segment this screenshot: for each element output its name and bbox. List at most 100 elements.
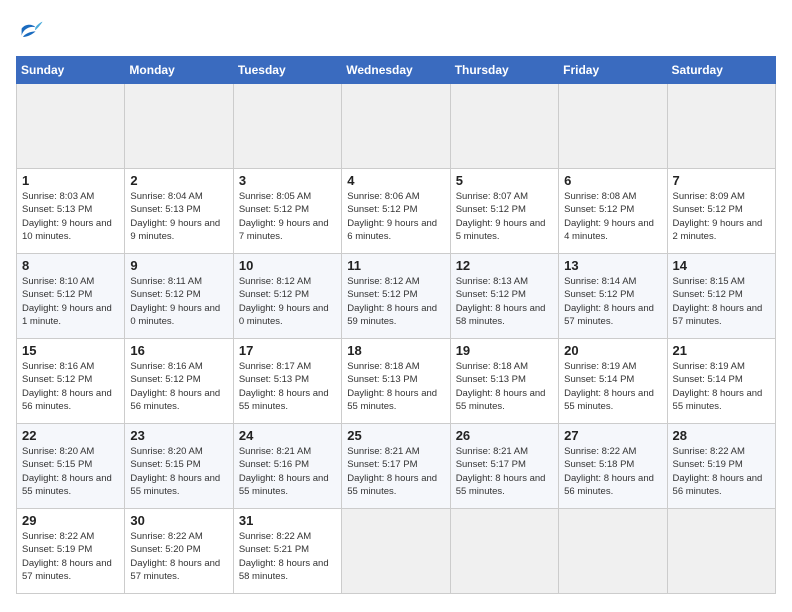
calendar-cell: [342, 509, 450, 594]
calendar-cell: 24 Sunrise: 8:21 AM Sunset: 5:16 PM Dayli…: [233, 424, 341, 509]
day-number: 27: [564, 428, 661, 443]
day-info: Sunrise: 8:12 AM Sunset: 5:12 PM Dayligh…: [347, 275, 444, 328]
calendar-cell: 26 Sunrise: 8:21 AM Sunset: 5:17 PM Dayli…: [450, 424, 558, 509]
day-number: 25: [347, 428, 444, 443]
calendar-week-5: 29 Sunrise: 8:22 AM Sunset: 5:19 PM Dayli…: [17, 509, 776, 594]
calendar-cell: 18 Sunrise: 8:18 AM Sunset: 5:13 PM Dayli…: [342, 339, 450, 424]
day-info: Sunrise: 8:06 AM Sunset: 5:12 PM Dayligh…: [347, 190, 444, 243]
calendar-cell: 17Sunrise: 8:17 AM Sunset: 5:13 PM Dayli…: [233, 339, 341, 424]
calendar-cell: 3 Sunrise: 8:05 AM Sunset: 5:12 PM Daylig…: [233, 169, 341, 254]
day-info: Sunrise: 8:17 AM Sunset: 5:13 PM Dayligh…: [239, 360, 336, 413]
calendar-cell: 8 Sunrise: 8:10 AM Sunset: 5:12 PM Daylig…: [17, 254, 125, 339]
calendar-cell: [667, 84, 775, 169]
calendar-cell: 28 Sunrise: 8:22 AM Sunset: 5:19 PM Dayli…: [667, 424, 775, 509]
day-info: Sunrise: 8:20 AM Sunset: 5:15 PM Dayligh…: [130, 445, 227, 498]
day-number: 21: [673, 343, 770, 358]
day-info: Sunrise: 8:07 AM Sunset: 5:12 PM Dayligh…: [456, 190, 553, 243]
day-number: 28: [673, 428, 770, 443]
calendar-cell: [233, 84, 341, 169]
day-info: Sunrise: 8:12 AM Sunset: 5:12 PM Dayligh…: [239, 275, 336, 328]
calendar-body: 1 Sunrise: 8:03 AM Sunset: 5:13 PM Daylig…: [17, 84, 776, 594]
day-number: 14: [673, 258, 770, 273]
day-info: Sunrise: 8:14 AM Sunset: 5:12 PM Dayligh…: [564, 275, 661, 328]
calendar-cell: [667, 509, 775, 594]
day-info: Sunrise: 8:13 AM Sunset: 5:12 PM Dayligh…: [456, 275, 553, 328]
calendar-cell: 12Sunrise: 8:13 AM Sunset: 5:12 PM Dayli…: [450, 254, 558, 339]
day-info: Sunrise: 8:21 AM Sunset: 5:17 PM Dayligh…: [347, 445, 444, 498]
day-number: 6: [564, 173, 661, 188]
weekday-header-row: SundayMondayTuesdayWednesdayThursdayFrid…: [17, 57, 776, 84]
day-number: 15: [22, 343, 119, 358]
day-info: Sunrise: 8:18 AM Sunset: 5:13 PM Dayligh…: [456, 360, 553, 413]
day-info: Sunrise: 8:22 AM Sunset: 5:19 PM Dayligh…: [22, 530, 119, 583]
day-number: 20: [564, 343, 661, 358]
calendar-cell: 15 Sunrise: 8:16 AM Sunset: 5:12 PM Dayli…: [17, 339, 125, 424]
weekday-header-saturday: Saturday: [667, 57, 775, 84]
calendar-cell: [450, 84, 558, 169]
calendar-cell: 29 Sunrise: 8:22 AM Sunset: 5:19 PM Dayli…: [17, 509, 125, 594]
day-info: Sunrise: 8:19 AM Sunset: 5:14 PM Dayligh…: [673, 360, 770, 413]
day-info: Sunrise: 8:15 AM Sunset: 5:12 PM Dayligh…: [673, 275, 770, 328]
calendar-cell: [17, 84, 125, 169]
day-info: Sunrise: 8:05 AM Sunset: 5:12 PM Dayligh…: [239, 190, 336, 243]
weekday-header-tuesday: Tuesday: [233, 57, 341, 84]
day-number: 1: [22, 173, 119, 188]
calendar-cell: [559, 84, 667, 169]
calendar-cell: 31Sunrise: 8:22 AM Sunset: 5:21 PM Dayli…: [233, 509, 341, 594]
day-number: 8: [22, 258, 119, 273]
calendar-cell: 19 Sunrise: 8:18 AM Sunset: 5:13 PM Dayli…: [450, 339, 558, 424]
calendar-cell: 1 Sunrise: 8:03 AM Sunset: 5:13 PM Daylig…: [17, 169, 125, 254]
calendar-header: SundayMondayTuesdayWednesdayThursdayFrid…: [17, 57, 776, 84]
day-number: 30: [130, 513, 227, 528]
calendar-cell: [559, 509, 667, 594]
day-info: Sunrise: 8:20 AM Sunset: 5:15 PM Dayligh…: [22, 445, 119, 498]
day-info: Sunrise: 8:22 AM Sunset: 5:19 PM Dayligh…: [673, 445, 770, 498]
day-number: 19: [456, 343, 553, 358]
day-info: Sunrise: 8:08 AM Sunset: 5:12 PM Dayligh…: [564, 190, 661, 243]
day-number: 31: [239, 513, 336, 528]
calendar-cell: 10Sunrise: 8:12 AM Sunset: 5:12 PM Dayli…: [233, 254, 341, 339]
day-info: Sunrise: 8:04 AM Sunset: 5:13 PM Dayligh…: [130, 190, 227, 243]
weekday-header-thursday: Thursday: [450, 57, 558, 84]
day-number: 5: [456, 173, 553, 188]
weekday-header-monday: Monday: [125, 57, 233, 84]
calendar-cell: 7Sunrise: 8:09 AM Sunset: 5:12 PM Daylig…: [667, 169, 775, 254]
weekday-header-friday: Friday: [559, 57, 667, 84]
day-number: 16: [130, 343, 227, 358]
calendar-cell: 11Sunrise: 8:12 AM Sunset: 5:12 PM Dayli…: [342, 254, 450, 339]
calendar-week-3: 15 Sunrise: 8:16 AM Sunset: 5:12 PM Dayli…: [17, 339, 776, 424]
day-number: 24: [239, 428, 336, 443]
day-number: 29: [22, 513, 119, 528]
calendar-cell: 5 Sunrise: 8:07 AM Sunset: 5:12 PM Daylig…: [450, 169, 558, 254]
day-info: Sunrise: 8:21 AM Sunset: 5:17 PM Dayligh…: [456, 445, 553, 498]
calendar-cell: 13Sunrise: 8:14 AM Sunset: 5:12 PM Dayli…: [559, 254, 667, 339]
calendar-cell: [342, 84, 450, 169]
day-info: Sunrise: 8:11 AM Sunset: 5:12 PM Dayligh…: [130, 275, 227, 328]
page-header: [16, 16, 776, 44]
day-info: Sunrise: 8:16 AM Sunset: 5:12 PM Dayligh…: [130, 360, 227, 413]
day-number: 3: [239, 173, 336, 188]
day-number: 2: [130, 173, 227, 188]
calendar-cell: 4Sunrise: 8:06 AM Sunset: 5:12 PM Daylig…: [342, 169, 450, 254]
day-info: Sunrise: 8:21 AM Sunset: 5:16 PM Dayligh…: [239, 445, 336, 498]
calendar-cell: 2 Sunrise: 8:04 AM Sunset: 5:13 PM Daylig…: [125, 169, 233, 254]
day-number: 18: [347, 343, 444, 358]
day-info: Sunrise: 8:03 AM Sunset: 5:13 PM Dayligh…: [22, 190, 119, 243]
calendar-cell: 23Sunrise: 8:20 AM Sunset: 5:15 PM Dayli…: [125, 424, 233, 509]
weekday-header-sunday: Sunday: [17, 57, 125, 84]
calendar-cell: 9Sunrise: 8:11 AM Sunset: 5:12 PM Daylig…: [125, 254, 233, 339]
day-info: Sunrise: 8:22 AM Sunset: 5:18 PM Dayligh…: [564, 445, 661, 498]
calendar-cell: 22Sunrise: 8:20 AM Sunset: 5:15 PM Dayli…: [17, 424, 125, 509]
calendar-cell: [450, 509, 558, 594]
day-info: Sunrise: 8:22 AM Sunset: 5:20 PM Dayligh…: [130, 530, 227, 583]
day-info: Sunrise: 8:18 AM Sunset: 5:13 PM Dayligh…: [347, 360, 444, 413]
logo-icon: [16, 16, 44, 44]
day-info: Sunrise: 8:10 AM Sunset: 5:12 PM Dayligh…: [22, 275, 119, 328]
day-info: Sunrise: 8:16 AM Sunset: 5:12 PM Dayligh…: [22, 360, 119, 413]
day-number: 7: [673, 173, 770, 188]
day-number: 26: [456, 428, 553, 443]
calendar-cell: 14 Sunrise: 8:15 AM Sunset: 5:12 PM Dayli…: [667, 254, 775, 339]
logo: [16, 16, 48, 44]
weekday-header-wednesday: Wednesday: [342, 57, 450, 84]
calendar-week-1: 1 Sunrise: 8:03 AM Sunset: 5:13 PM Daylig…: [17, 169, 776, 254]
